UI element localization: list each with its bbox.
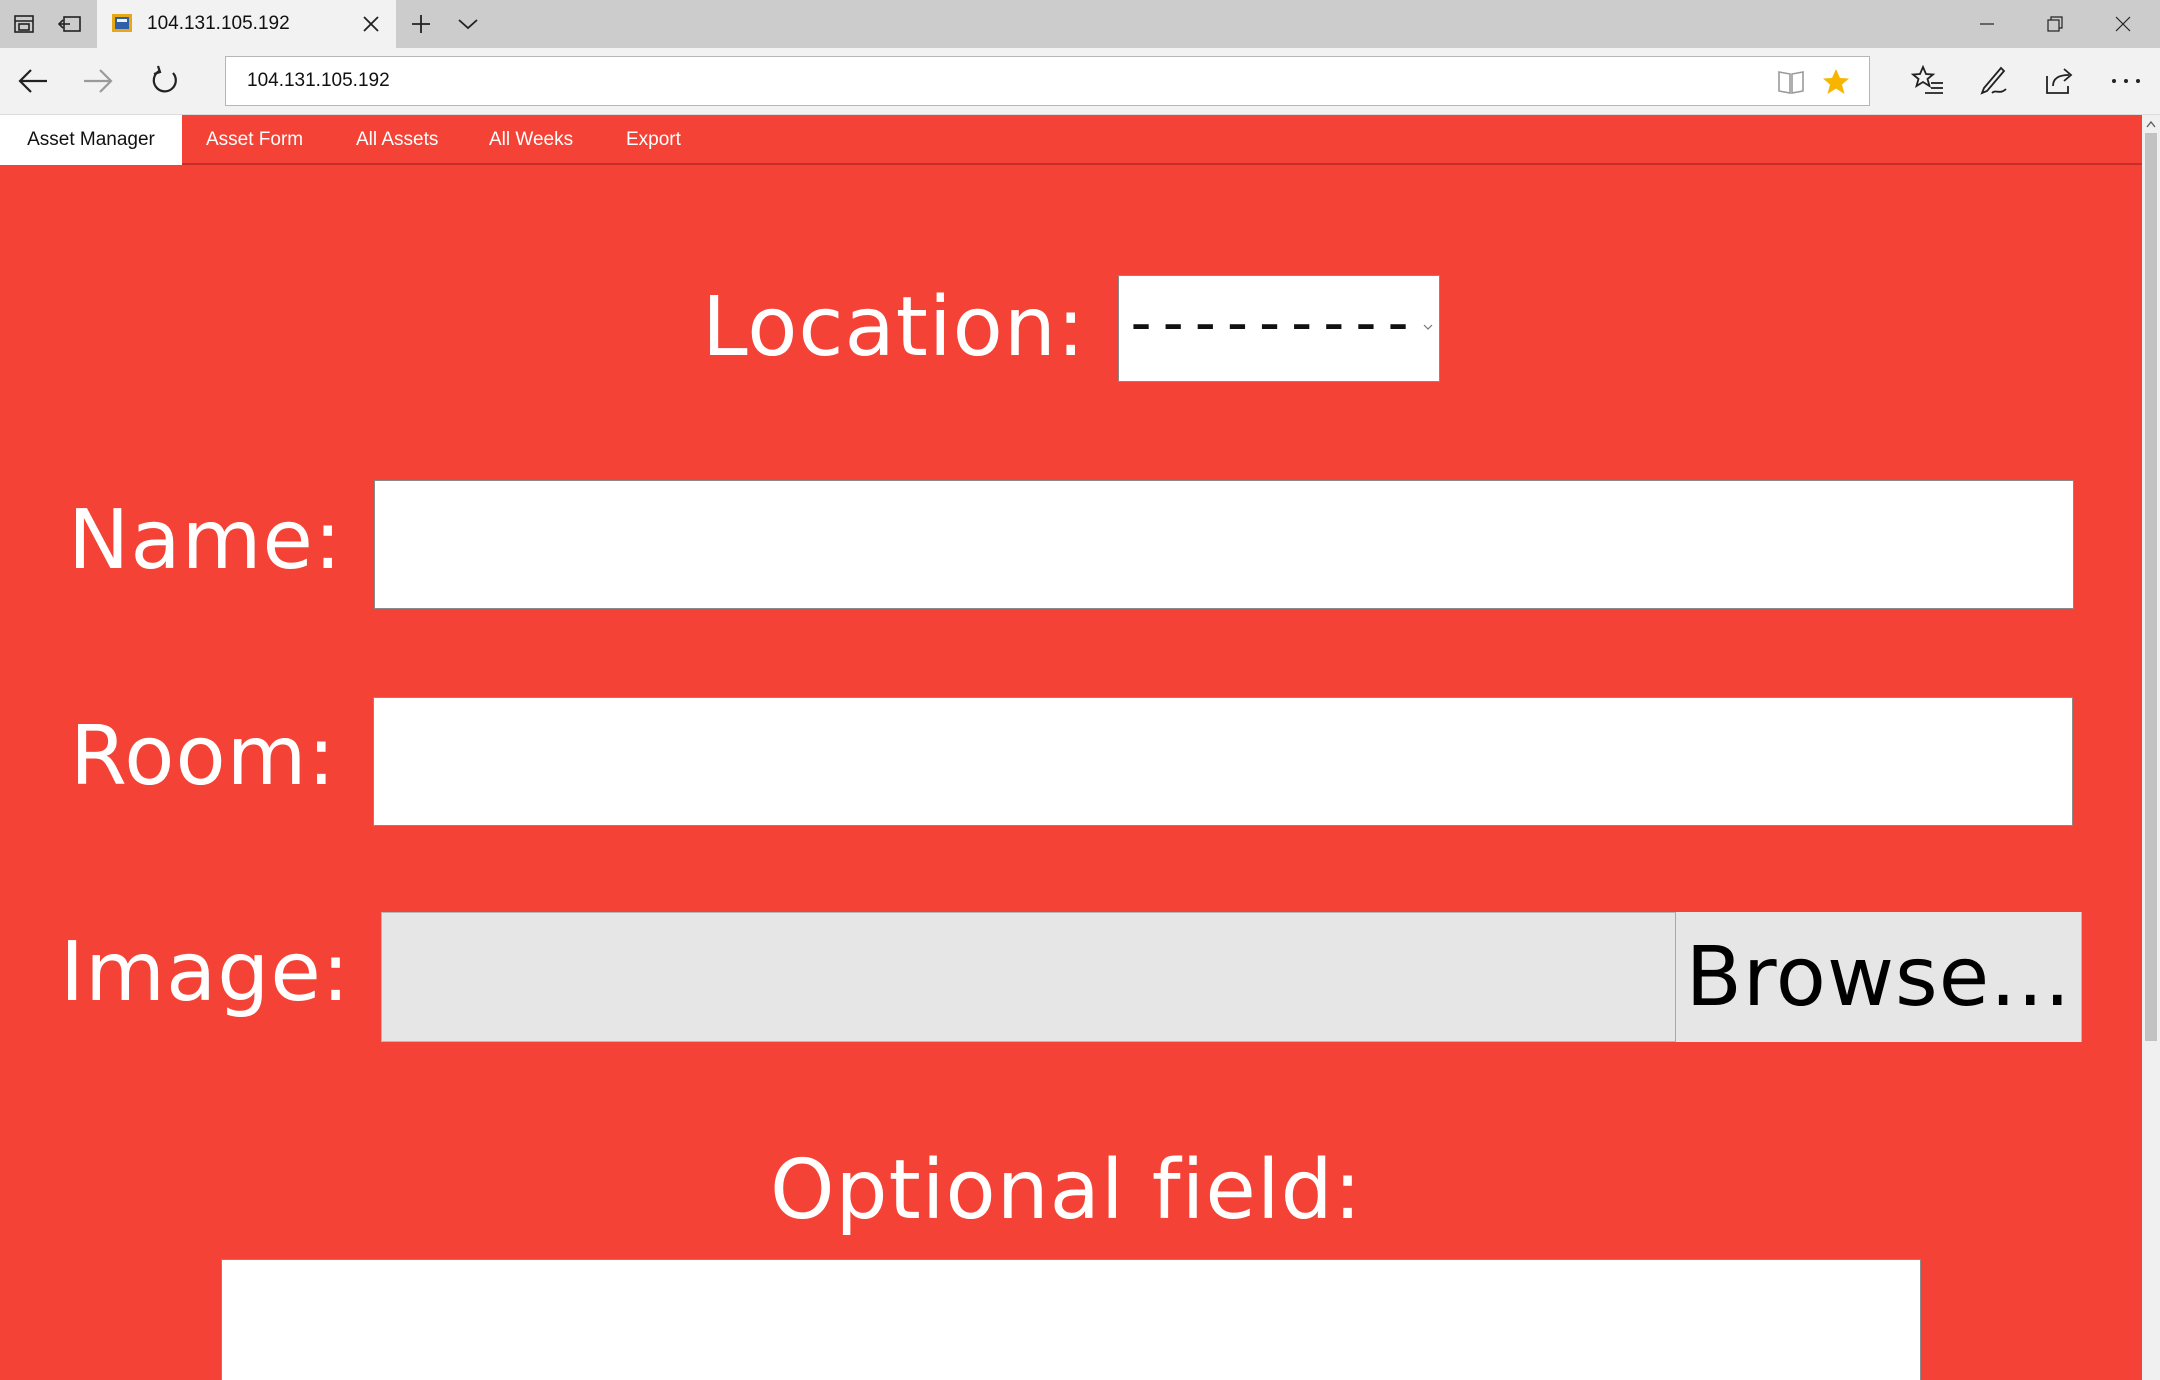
- more-options-icon[interactable]: [2106, 61, 2146, 101]
- image-label: Image:: [60, 925, 351, 1020]
- share-icon[interactable]: [2039, 61, 2079, 101]
- image-file-input[interactable]: Browse...: [381, 912, 2082, 1042]
- close-window-icon[interactable]: [2089, 0, 2157, 48]
- refresh-icon[interactable]: [145, 61, 185, 101]
- chevron-down-icon: [1423, 324, 1433, 330]
- tab-manager-icon[interactable]: [8, 8, 40, 40]
- active-tab[interactable]: 104.131.105.192: [97, 0, 396, 48]
- site-favicon-icon: [112, 14, 132, 32]
- name-input[interactable]: [374, 480, 2074, 609]
- tab-list-chevron-icon[interactable]: [452, 8, 484, 40]
- tab-title: 104.131.105.192: [147, 13, 290, 34]
- browser-nav-bar: 104.131.105.192: [0, 48, 2160, 115]
- scrollbar-thumb[interactable]: [2145, 133, 2157, 1041]
- forward-icon[interactable]: [78, 61, 118, 101]
- restore-icon[interactable]: [2021, 0, 2089, 48]
- nav-brand-asset-manager[interactable]: Asset Manager: [0, 115, 182, 165]
- new-tab-icon[interactable]: [405, 8, 437, 40]
- back-icon[interactable]: [13, 61, 53, 101]
- room-label: Room:: [70, 709, 337, 804]
- address-text[interactable]: 104.131.105.192: [247, 70, 390, 92]
- name-label: Name:: [68, 493, 343, 588]
- site-navigation: Asset Manager Asset Form All Assets All …: [0, 115, 2142, 165]
- room-input[interactable]: [373, 697, 2073, 826]
- close-tab-icon[interactable]: [359, 12, 383, 36]
- nav-item-all-assets[interactable]: All Assets: [356, 115, 438, 165]
- location-label: Location:: [702, 280, 1086, 375]
- nav-item-asset-form[interactable]: Asset Form: [206, 115, 303, 165]
- scroll-up-arrow-icon[interactable]: [2142, 115, 2160, 133]
- location-selected-value: ---------: [1123, 288, 1416, 358]
- optional-field-input[interactable]: [221, 1259, 1921, 1380]
- browser-tab-strip: 104.131.105.192: [0, 0, 2160, 48]
- set-aside-tabs-icon[interactable]: [54, 8, 86, 40]
- reading-view-icon[interactable]: [1777, 69, 1805, 95]
- minimize-icon[interactable]: [1953, 0, 2021, 48]
- favorites-hub-icon[interactable]: [1908, 61, 1948, 101]
- favorite-star-icon[interactable]: [1821, 67, 1851, 97]
- optional-field-label: Optional field:: [770, 1143, 1363, 1238]
- address-bar[interactable]: 104.131.105.192: [225, 56, 1870, 106]
- nav-item-export[interactable]: Export: [626, 115, 681, 165]
- page-scrollbar[interactable]: [2142, 115, 2160, 1380]
- nav-item-all-weeks[interactable]: All Weeks: [489, 115, 573, 165]
- browse-button[interactable]: Browse...: [1675, 912, 2081, 1042]
- web-notes-pen-icon[interactable]: [1974, 61, 2014, 101]
- page-content: Asset Manager Asset Form All Assets All …: [0, 115, 2142, 1380]
- location-select[interactable]: ---------: [1118, 275, 1440, 382]
